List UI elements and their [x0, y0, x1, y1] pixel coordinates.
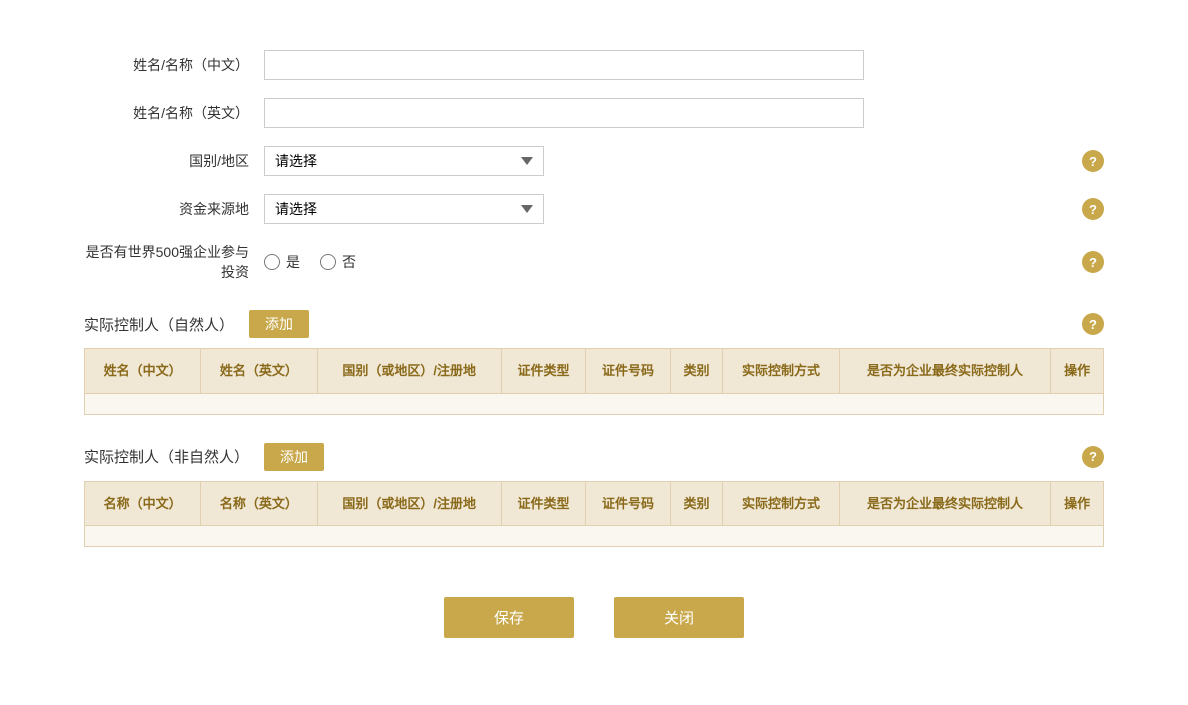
- fortune500-yes-label: 是: [286, 252, 300, 272]
- section2-col-country: 国别（或地区）/注册地: [317, 481, 501, 526]
- section2-table: 名称（中文） 名称（英文） 国别（或地区）/注册地 证件类型 证件号码 类别 实…: [84, 481, 1104, 548]
- section2-empty-row: [85, 526, 1104, 547]
- section2-help-icon[interactable]: ?: [1082, 446, 1104, 468]
- section2-col-cert-type: 证件类型: [501, 481, 585, 526]
- fortune500-yes-option[interactable]: 是: [264, 252, 300, 272]
- section1-title: 实际控制人（自然人）: [84, 314, 234, 335]
- section1-add-button[interactable]: 添加: [249, 310, 309, 338]
- section1-table-header-row: 姓名（中文） 姓名（英文） 国别（或地区）/注册地 证件类型 证件号码 类别 实…: [85, 349, 1104, 394]
- section2-col-name-cn: 名称（中文）: [85, 481, 201, 526]
- name-cn-label: 姓名/名称（中文）: [84, 55, 264, 75]
- section1-col-is-final-controller: 是否为企业最终实际控制人: [839, 349, 1051, 394]
- section1-col-name-cn: 姓名（中文）: [85, 349, 201, 394]
- fund-source-label: 资金来源地: [84, 199, 264, 219]
- section1-col-cert-num: 证件号码: [586, 349, 670, 394]
- save-button[interactable]: 保存: [444, 597, 574, 638]
- name-en-label: 姓名/名称（英文）: [84, 103, 264, 123]
- footer-buttons: 保存 关闭: [84, 597, 1104, 638]
- name-cn-input[interactable]: [264, 50, 864, 80]
- fortune500-no-label: 否: [342, 252, 356, 272]
- country-help-icon[interactable]: ?: [1082, 150, 1104, 172]
- country-label: 国别/地区: [84, 151, 264, 171]
- section1-col-country: 国别（或地区）/注册地: [317, 349, 501, 394]
- section1-col-category: 类别: [670, 349, 723, 394]
- section2-col-control-method: 实际控制方式: [723, 481, 839, 526]
- country-select[interactable]: 请选择: [264, 146, 544, 176]
- fortune500-no-radio[interactable]: [320, 254, 336, 270]
- section1-empty-row: [85, 393, 1104, 414]
- section1-col-cert-type: 证件类型: [501, 349, 585, 394]
- fortune500-radio-group: 是 否: [264, 252, 356, 272]
- section1-col-control-method: 实际控制方式: [723, 349, 839, 394]
- fortune500-help-icon[interactable]: ?: [1082, 251, 1104, 273]
- section2-header: 实际控制人（非自然人） 添加 ?: [84, 443, 1104, 471]
- section1-help-icon[interactable]: ?: [1082, 313, 1104, 335]
- section2-col-cert-num: 证件号码: [586, 481, 670, 526]
- section2-col-category: 类别: [670, 481, 723, 526]
- fortune500-no-option[interactable]: 否: [320, 252, 356, 272]
- close-button[interactable]: 关闭: [614, 597, 744, 638]
- section2-col-is-final-controller: 是否为企业最终实际控制人: [839, 481, 1051, 526]
- fund-source-help-icon[interactable]: ?: [1082, 198, 1104, 220]
- fortune500-label: 是否有世界500强企业参与投资: [84, 242, 264, 282]
- section1-table: 姓名（中文） 姓名（英文） 国别（或地区）/注册地 证件类型 证件号码 类别 实…: [84, 348, 1104, 415]
- section2-table-header-row: 名称（中文） 名称（英文） 国别（或地区）/注册地 证件类型 证件号码 类别 实…: [85, 481, 1104, 526]
- section2-col-action: 操作: [1051, 481, 1104, 526]
- section1-col-name-en: 姓名（英文）: [201, 349, 317, 394]
- section2-add-button[interactable]: 添加: [264, 443, 324, 471]
- section1-header: 实际控制人（自然人） 添加 ?: [84, 310, 1104, 338]
- section1-col-action: 操作: [1051, 349, 1104, 394]
- section2-col-name-en: 名称（英文）: [201, 481, 317, 526]
- section2-title: 实际控制人（非自然人）: [84, 446, 249, 467]
- fortune500-yes-radio[interactable]: [264, 254, 280, 270]
- name-en-input[interactable]: [264, 98, 864, 128]
- fund-source-select[interactable]: 请选择: [264, 194, 544, 224]
